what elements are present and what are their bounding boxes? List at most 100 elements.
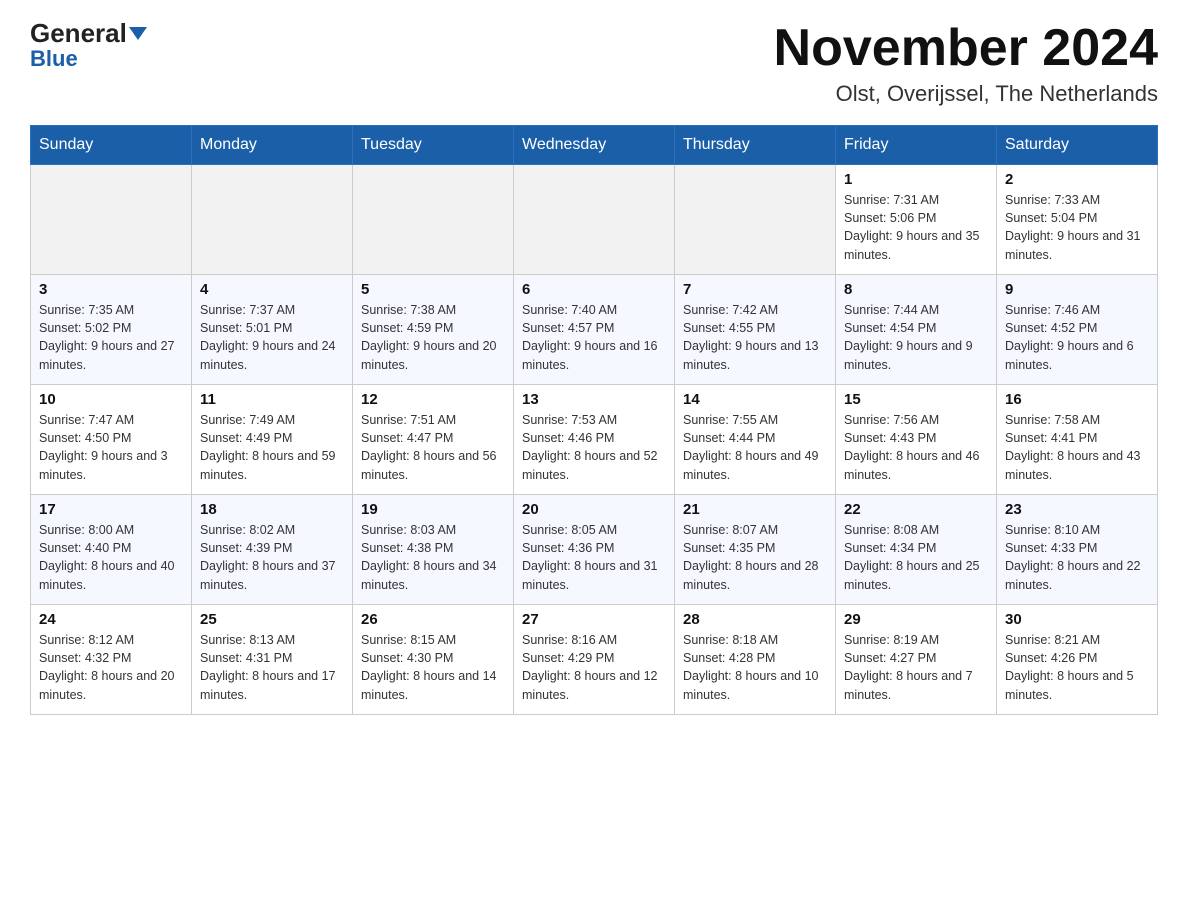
calendar-cell: 27 Sunrise: 8:16 AMSunset: 4:29 PMDayligh… bbox=[514, 605, 675, 715]
calendar-cell: 14 Sunrise: 7:55 AMSunset: 4:44 PMDayligh… bbox=[675, 385, 836, 495]
day-info: Sunrise: 8:05 AMSunset: 4:36 PMDaylight:… bbox=[522, 521, 666, 594]
day-number: 27 bbox=[522, 611, 666, 628]
day-number: 29 bbox=[844, 611, 988, 628]
calendar-week-row: 17 Sunrise: 8:00 AMSunset: 4:40 PMDayligh… bbox=[31, 495, 1158, 605]
calendar-cell: 8 Sunrise: 7:44 AMSunset: 4:54 PMDaylight… bbox=[836, 275, 997, 385]
day-number: 20 bbox=[522, 501, 666, 518]
calendar-cell: 29 Sunrise: 8:19 AMSunset: 4:27 PMDayligh… bbox=[836, 605, 997, 715]
day-number: 12 bbox=[361, 391, 505, 408]
day-number: 18 bbox=[200, 501, 344, 518]
calendar-cell: 21Sunrise: 8:07 AMSunset: 4:35 PMDayligh… bbox=[675, 495, 836, 605]
calendar-cell: 2 Sunrise: 7:33 AMSunset: 5:04 PMDaylight… bbox=[997, 165, 1158, 275]
calendar-week-row: 1 Sunrise: 7:31 AMSunset: 5:06 PMDaylight… bbox=[31, 165, 1158, 275]
day-number: 25 bbox=[200, 611, 344, 628]
day-info: Sunrise: 7:56 AMSunset: 4:43 PMDaylight:… bbox=[844, 411, 988, 484]
day-number: 2 bbox=[1005, 171, 1149, 188]
day-info: Sunrise: 7:40 AMSunset: 4:57 PMDaylight:… bbox=[522, 301, 666, 374]
calendar-cell: 3 Sunrise: 7:35 AMSunset: 5:02 PMDaylight… bbox=[31, 275, 192, 385]
day-number: 26 bbox=[361, 611, 505, 628]
day-info: Sunrise: 7:55 AMSunset: 4:44 PMDaylight:… bbox=[683, 411, 827, 484]
day-info: Sunrise: 7:35 AMSunset: 5:02 PMDaylight:… bbox=[39, 301, 183, 374]
day-info: Sunrise: 7:33 AMSunset: 5:04 PMDaylight:… bbox=[1005, 191, 1149, 264]
calendar-cell: 12 Sunrise: 7:51 AMSunset: 4:47 PMDayligh… bbox=[353, 385, 514, 495]
day-info: Sunrise: 8:02 AMSunset: 4:39 PMDaylight:… bbox=[200, 521, 344, 594]
calendar-week-row: 10 Sunrise: 7:47 AMSunset: 4:50 PMDayligh… bbox=[31, 385, 1158, 495]
day-info: Sunrise: 8:16 AMSunset: 4:29 PMDaylight:… bbox=[522, 631, 666, 704]
calendar-cell: 25Sunrise: 8:13 AMSunset: 4:31 PMDayligh… bbox=[192, 605, 353, 715]
day-info: Sunrise: 7:47 AMSunset: 4:50 PMDaylight:… bbox=[39, 411, 183, 484]
day-number: 11 bbox=[200, 391, 344, 408]
day-info: Sunrise: 7:51 AMSunset: 4:47 PMDaylight:… bbox=[361, 411, 505, 484]
day-info: Sunrise: 8:08 AMSunset: 4:34 PMDaylight:… bbox=[844, 521, 988, 594]
day-info: Sunrise: 7:38 AMSunset: 4:59 PMDaylight:… bbox=[361, 301, 505, 374]
weekday-header-saturday: Saturday bbox=[997, 126, 1158, 165]
day-info: Sunrise: 8:00 AMSunset: 4:40 PMDaylight:… bbox=[39, 521, 183, 594]
calendar-cell: 6Sunrise: 7:40 AMSunset: 4:57 PMDaylight… bbox=[514, 275, 675, 385]
weekday-header-tuesday: Tuesday bbox=[353, 126, 514, 165]
calendar-cell: 11 Sunrise: 7:49 AMSunset: 4:49 PMDayligh… bbox=[192, 385, 353, 495]
calendar-cell bbox=[31, 165, 192, 275]
day-number: 17 bbox=[39, 501, 183, 518]
calendar-cell: 18 Sunrise: 8:02 AMSunset: 4:39 PMDayligh… bbox=[192, 495, 353, 605]
calendar-cell: 22 Sunrise: 8:08 AMSunset: 4:34 PMDayligh… bbox=[836, 495, 997, 605]
page-header: General Blue November 2024 Olst, Overijs… bbox=[30, 20, 1158, 107]
day-number: 10 bbox=[39, 391, 183, 408]
day-number: 4 bbox=[200, 281, 344, 298]
day-info: Sunrise: 7:37 AMSunset: 5:01 PMDaylight:… bbox=[200, 301, 344, 374]
day-info: Sunrise: 8:19 AMSunset: 4:27 PMDaylight:… bbox=[844, 631, 988, 704]
day-info: Sunrise: 8:10 AMSunset: 4:33 PMDaylight:… bbox=[1005, 521, 1149, 594]
day-info: Sunrise: 7:31 AMSunset: 5:06 PMDaylight:… bbox=[844, 191, 988, 264]
calendar-cell: 15 Sunrise: 7:56 AMSunset: 4:43 PMDayligh… bbox=[836, 385, 997, 495]
calendar-cell: 9Sunrise: 7:46 AMSunset: 4:52 PMDaylight… bbox=[997, 275, 1158, 385]
month-title: November 2024 bbox=[774, 20, 1158, 77]
day-number: 15 bbox=[844, 391, 988, 408]
day-info: Sunrise: 8:03 AMSunset: 4:38 PMDaylight:… bbox=[361, 521, 505, 594]
day-info: Sunrise: 8:07 AMSunset: 4:35 PMDaylight:… bbox=[683, 521, 827, 594]
day-number: 22 bbox=[844, 501, 988, 518]
calendar-week-row: 3 Sunrise: 7:35 AMSunset: 5:02 PMDaylight… bbox=[31, 275, 1158, 385]
day-number: 9 bbox=[1005, 281, 1149, 298]
calendar-cell: 16 Sunrise: 7:58 AMSunset: 4:41 PMDayligh… bbox=[997, 385, 1158, 495]
calendar-cell: 24Sunrise: 8:12 AMSunset: 4:32 PMDayligh… bbox=[31, 605, 192, 715]
day-number: 30 bbox=[1005, 611, 1149, 628]
day-number: 28 bbox=[683, 611, 827, 628]
calendar-cell: 1 Sunrise: 7:31 AMSunset: 5:06 PMDaylight… bbox=[836, 165, 997, 275]
calendar-cell: 5 Sunrise: 7:38 AMSunset: 4:59 PMDaylight… bbox=[353, 275, 514, 385]
logo: General Blue bbox=[30, 20, 147, 72]
day-info: Sunrise: 7:44 AMSunset: 4:54 PMDaylight:… bbox=[844, 301, 988, 374]
location: Olst, Overijssel, The Netherlands bbox=[774, 81, 1158, 107]
day-number: 5 bbox=[361, 281, 505, 298]
calendar-cell: 7Sunrise: 7:42 AMSunset: 4:55 PMDaylight… bbox=[675, 275, 836, 385]
weekday-header-wednesday: Wednesday bbox=[514, 126, 675, 165]
calendar-week-row: 24Sunrise: 8:12 AMSunset: 4:32 PMDayligh… bbox=[31, 605, 1158, 715]
calendar-cell: 17 Sunrise: 8:00 AMSunset: 4:40 PMDayligh… bbox=[31, 495, 192, 605]
day-info: Sunrise: 8:12 AMSunset: 4:32 PMDaylight:… bbox=[39, 631, 183, 704]
day-number: 16 bbox=[1005, 391, 1149, 408]
calendar-cell: 19Sunrise: 8:03 AMSunset: 4:38 PMDayligh… bbox=[353, 495, 514, 605]
calendar-cell bbox=[353, 165, 514, 275]
calendar-cell: 23 Sunrise: 8:10 AMSunset: 4:33 PMDayligh… bbox=[997, 495, 1158, 605]
day-info: Sunrise: 7:49 AMSunset: 4:49 PMDaylight:… bbox=[200, 411, 344, 484]
day-info: Sunrise: 7:53 AMSunset: 4:46 PMDaylight:… bbox=[522, 411, 666, 484]
calendar-cell bbox=[514, 165, 675, 275]
day-number: 1 bbox=[844, 171, 988, 188]
logo-blue: Blue bbox=[30, 46, 78, 72]
day-info: Sunrise: 7:42 AMSunset: 4:55 PMDaylight:… bbox=[683, 301, 827, 374]
calendar-cell: 13 Sunrise: 7:53 AMSunset: 4:46 PMDayligh… bbox=[514, 385, 675, 495]
day-number: 13 bbox=[522, 391, 666, 408]
calendar-cell: 26 Sunrise: 8:15 AMSunset: 4:30 PMDayligh… bbox=[353, 605, 514, 715]
calendar-cell bbox=[192, 165, 353, 275]
weekday-header-friday: Friday bbox=[836, 126, 997, 165]
calendar-cell: 4 Sunrise: 7:37 AMSunset: 5:01 PMDaylight… bbox=[192, 275, 353, 385]
day-info: Sunrise: 8:18 AMSunset: 4:28 PMDaylight:… bbox=[683, 631, 827, 704]
day-info: Sunrise: 8:15 AMSunset: 4:30 PMDaylight:… bbox=[361, 631, 505, 704]
day-number: 23 bbox=[1005, 501, 1149, 518]
day-info: Sunrise: 7:58 AMSunset: 4:41 PMDaylight:… bbox=[1005, 411, 1149, 484]
day-number: 8 bbox=[844, 281, 988, 298]
calendar-cell bbox=[675, 165, 836, 275]
weekday-header-sunday: Sunday bbox=[31, 126, 192, 165]
day-number: 3 bbox=[39, 281, 183, 298]
logo-general: General bbox=[30, 20, 147, 46]
calendar-cell: 28 Sunrise: 8:18 AMSunset: 4:28 PMDayligh… bbox=[675, 605, 836, 715]
day-number: 14 bbox=[683, 391, 827, 408]
